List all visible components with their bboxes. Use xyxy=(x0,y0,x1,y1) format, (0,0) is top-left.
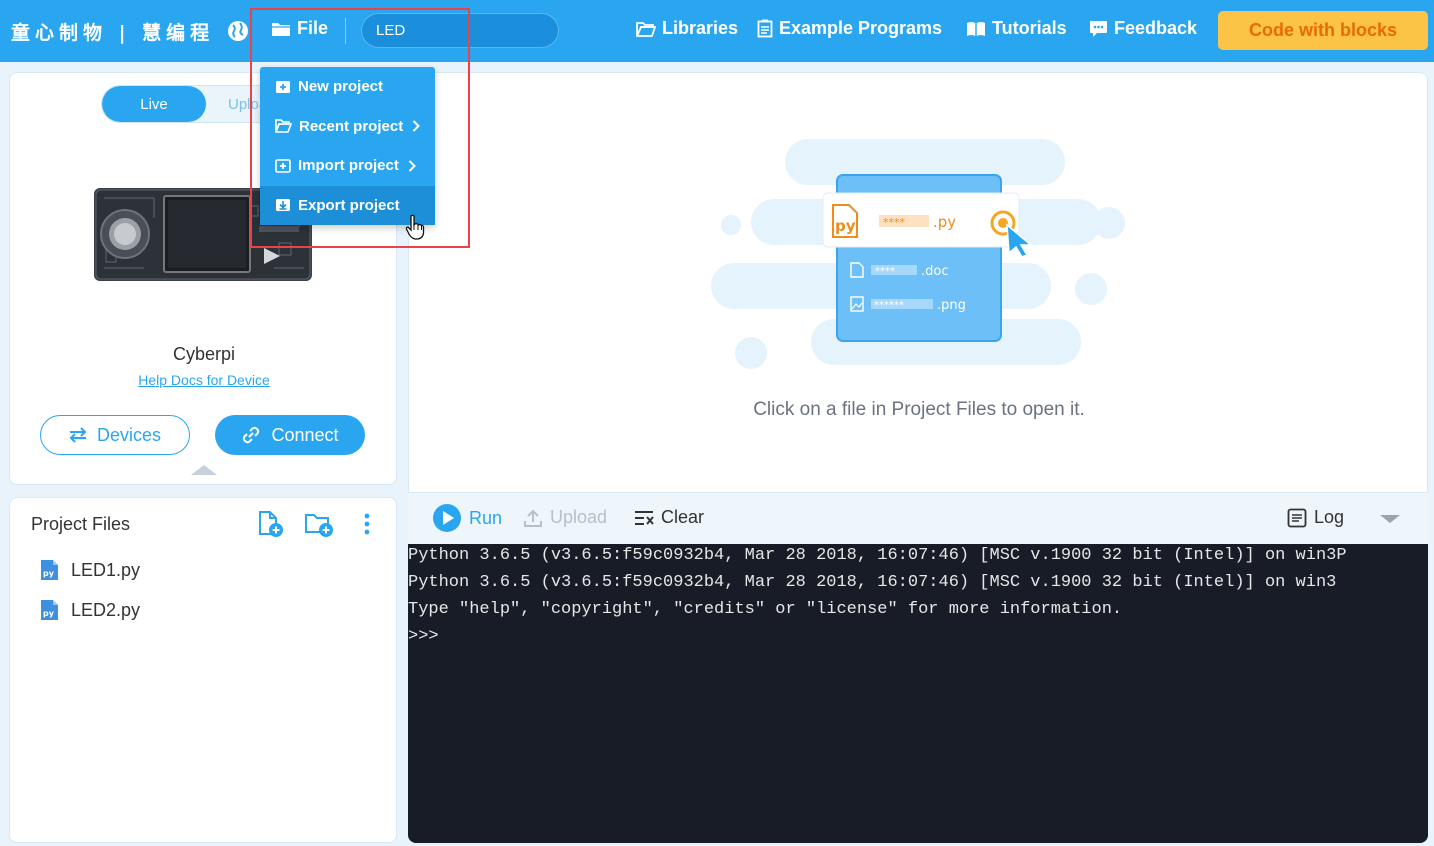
new-file-icon xyxy=(276,80,290,93)
project-files-title: Project Files xyxy=(31,514,131,534)
connect-button[interactable]: Connect xyxy=(215,415,365,455)
console-line: Python 3.6.5 (v3.6.5:f59c0932b4, Mar 28 … xyxy=(408,546,1347,565)
python-file-icon: py xyxy=(41,600,58,620)
log-label: Log xyxy=(1314,507,1345,527)
download-icon xyxy=(276,199,290,212)
editor-area: py **** .py **** .doc ****** .png Click … xyxy=(408,72,1428,492)
file-dropdown-menu: New project Recent project Import projec… xyxy=(260,67,435,225)
log-button[interactable]: Log xyxy=(1287,507,1344,528)
menu-item-label: New project xyxy=(298,78,384,96)
illus-doc-mask: **** xyxy=(875,266,895,277)
play-circle-icon xyxy=(433,504,461,532)
clear-button[interactable]: Clear xyxy=(634,507,704,528)
file-menu-label: File xyxy=(297,18,329,38)
tutorials-link[interactable]: Tutorials xyxy=(966,18,1067,39)
editor-empty-hint: Click on a file in Project Files to open… xyxy=(753,399,1085,420)
empty-state-illustration: py **** .py **** .doc ****** .png xyxy=(711,139,1125,369)
run-button[interactable]: Run xyxy=(432,503,502,533)
chevron-down-icon[interactable] xyxy=(1379,513,1401,525)
link-icon xyxy=(243,426,260,444)
document-icon xyxy=(1287,508,1307,527)
menu-item-label: Import project xyxy=(298,157,399,175)
menu-item-recent-project[interactable]: Recent project xyxy=(260,107,435,147)
terminal-console[interactable]: Python 3.6.5 (v3.6.5:f59c0932b4, Mar 28 … xyxy=(408,544,1428,843)
header-divider xyxy=(345,18,346,44)
clear-label: Clear xyxy=(661,507,705,527)
folder-open-icon xyxy=(636,21,656,37)
devices-button[interactable]: Devices xyxy=(40,415,190,455)
tutorials-label: Tutorials xyxy=(992,18,1067,38)
swap-arrows-icon xyxy=(69,427,87,443)
illus-png-mask: ****** xyxy=(874,300,904,311)
upload-button[interactable]: Upload xyxy=(523,507,607,528)
more-vertical-icon[interactable] xyxy=(362,512,372,536)
menu-item-import-project[interactable]: Import project xyxy=(260,146,435,186)
console-prompt: >>> xyxy=(408,627,439,646)
illus-doc-ext: .doc xyxy=(921,264,949,279)
menu-item-label: Export project xyxy=(298,196,400,214)
file-badge: py xyxy=(43,609,55,618)
illus-py-badge: py xyxy=(835,217,856,235)
illus-main-ext: .py xyxy=(933,213,956,231)
console-toolbar: Run Upload Clear Log xyxy=(408,492,1428,544)
example-programs-link[interactable]: Example Programs xyxy=(757,18,942,39)
file-item-led1[interactable]: py LED1.py xyxy=(40,559,140,581)
menu-item-new-project[interactable]: New project xyxy=(260,67,435,107)
file-menu-button[interactable]: File xyxy=(271,18,328,39)
new-folder-icon[interactable] xyxy=(304,510,334,538)
folder-open-icon xyxy=(275,119,292,134)
chevron-right-icon xyxy=(408,160,416,172)
chat-bubble-icon xyxy=(1090,20,1107,37)
clear-lines-icon xyxy=(635,510,654,525)
console-line: Type "help", "copyright", "credits" or "… xyxy=(408,600,1123,619)
file-item-led2[interactable]: py LED2.py xyxy=(40,599,140,621)
clipboard-icon xyxy=(757,19,773,38)
device-name: Cyberpi xyxy=(172,344,236,364)
run-label: Run xyxy=(469,507,503,528)
globe-icon[interactable] xyxy=(226,19,250,43)
upload-label: Upload xyxy=(550,507,608,527)
file-name: LED2.py xyxy=(71,599,141,620)
illus-png-ext: .png xyxy=(937,298,966,313)
file-badge: py xyxy=(43,569,55,578)
example-programs-label: Example Programs xyxy=(779,18,943,38)
hand-cursor-icon xyxy=(405,214,425,240)
python-file-icon: py xyxy=(41,560,58,580)
brand-logo: 童心制物 | 慧编程 xyxy=(11,22,215,44)
libraries-link[interactable]: Libraries xyxy=(636,18,738,39)
chevron-right-icon xyxy=(412,120,421,132)
devices-label: Devices xyxy=(96,424,162,445)
upload-icon xyxy=(524,509,542,527)
illus-main-mask: **** xyxy=(883,216,906,229)
collapse-panel-arrow[interactable] xyxy=(191,465,217,475)
import-icon xyxy=(275,158,291,173)
project-files-panel: Project Files py LED1.py py LED2.py xyxy=(9,497,397,843)
new-file-icon[interactable] xyxy=(256,510,284,538)
menu-item-label: Recent project xyxy=(299,117,404,135)
console-output: Python 3.6.5 (v3.6.5:f59c0932b4, Mar 28 … xyxy=(408,544,1428,650)
feedback-link[interactable]: Feedback xyxy=(1089,18,1197,39)
project-name-input[interactable] xyxy=(361,13,559,48)
connect-label: Connect xyxy=(271,424,339,445)
book-icon xyxy=(967,21,985,36)
libraries-label: Libraries xyxy=(662,18,739,38)
file-name: LED1.py xyxy=(71,559,141,580)
feedback-label: Feedback xyxy=(1114,18,1198,38)
help-docs-link[interactable]: Help Docs for Device xyxy=(10,372,398,388)
folder-icon xyxy=(272,22,290,36)
console-line: Python 3.6.5 (v3.6.5:f59c0932b4, Mar 28 … xyxy=(408,573,1337,592)
top-bar: 童心制物 | 慧编程 File Libraries Example Progra… xyxy=(0,0,1434,62)
mode-live-tab[interactable]: Live xyxy=(102,86,206,122)
code-with-blocks-button[interactable]: Code with blocks xyxy=(1218,11,1428,50)
